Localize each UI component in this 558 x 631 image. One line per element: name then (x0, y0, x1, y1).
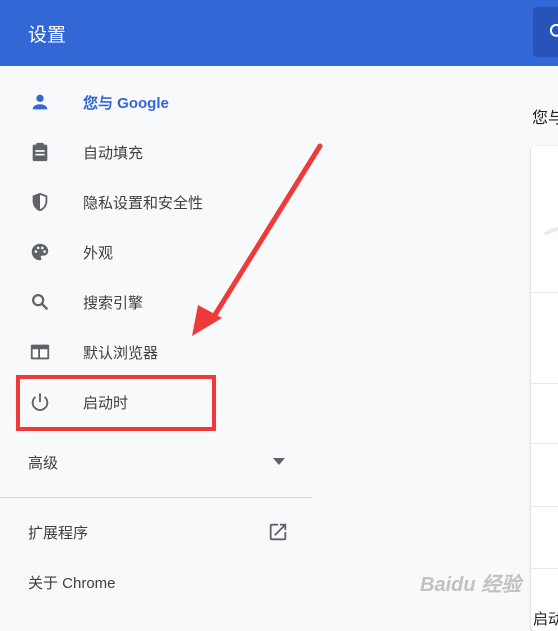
card-divider (531, 506, 558, 507)
sidebar-item-appearance[interactable]: 外观 (0, 227, 312, 277)
search-icon (549, 23, 558, 37)
card-divider (531, 568, 558, 569)
shield-icon (32, 192, 48, 212)
sidebar-item-default-browser[interactable]: 默认浏览器 (0, 327, 312, 377)
sidebar-item-label: 扩展程序 (28, 524, 89, 542)
top-bar: 设置 (0, 0, 558, 66)
caret-down-icon (273, 458, 285, 465)
sidebar-divider (0, 497, 312, 498)
sidebar-item-autofill[interactable]: 自动填充 (0, 127, 312, 177)
watermark: Baidu 经验 (420, 574, 522, 596)
palette-icon (31, 243, 49, 261)
sidebar-item-extensions[interactable]: 扩展程序 (0, 507, 312, 557)
sidebar-item-search-engine[interactable]: 搜索引擎 (0, 277, 312, 327)
sidebar-item-label: 您与 Google (83, 94, 169, 112)
card-divider (531, 292, 558, 293)
section-title: 您与 (532, 110, 558, 127)
highlight-box (16, 375, 216, 431)
person-icon (32, 94, 48, 110)
sidebar-item-label: 默认浏览器 (83, 344, 159, 362)
sidebar-item-label: 高级 (28, 454, 59, 472)
avatar-arc (543, 226, 558, 236)
sidebar-item-label: 外观 (83, 244, 114, 262)
sidebar-item-advanced[interactable]: 高级 (0, 437, 312, 487)
settings-card (531, 146, 558, 631)
page-title: 设置 (28, 25, 67, 46)
sidebar-item-you-and-google[interactable]: 您与 Google (0, 77, 312, 127)
clipboard-icon (32, 142, 48, 162)
browser-icon (30, 344, 50, 360)
sidebar-item-label: 自动填充 (83, 144, 144, 162)
main-content: 您与 启动 (312, 66, 558, 631)
sidebar: 您与 Google 自动填充 隐私设置和安全性 外观 搜索引擎 默认浏览器 启动… (0, 66, 312, 622)
sidebar-item-privacy[interactable]: 隐私设置和安全性 (0, 177, 312, 227)
sidebar-item-label: 关于 Chrome (28, 574, 116, 592)
search-icon (32, 294, 49, 311)
sidebar-item-about-chrome[interactable]: 关于 Chrome (0, 557, 312, 607)
search-button[interactable] (533, 7, 558, 57)
sidebar-item-label: 搜索引擎 (83, 294, 144, 312)
card-divider (531, 443, 558, 444)
section-title-startup: 启动 (533, 611, 558, 628)
card-divider (531, 383, 558, 384)
sidebar-item-label: 隐私设置和安全性 (83, 194, 204, 212)
open-in-new-icon (269, 523, 287, 541)
